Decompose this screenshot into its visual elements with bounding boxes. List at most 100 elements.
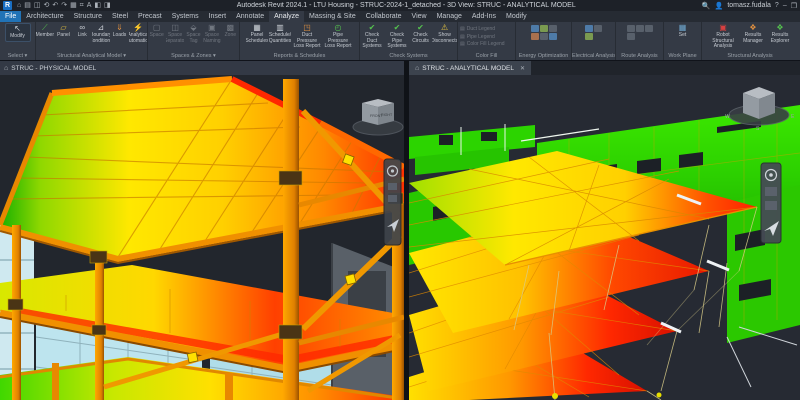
check-circuits-button[interactable]: ✔ Check Circuits [410, 23, 431, 44]
home-icon[interactable]: ⌂ [17, 0, 21, 11]
electrical-report-icon[interactable] [585, 33, 593, 40]
tab-file[interactable]: File [0, 11, 21, 22]
tab-modify[interactable]: Modify [501, 11, 532, 22]
text-icon[interactable]: A [87, 0, 92, 11]
tab-add-ins[interactable]: Add-Ins [467, 11, 501, 22]
user-icon[interactable]: 👤 [715, 2, 724, 10]
tab-structure[interactable]: Structure [69, 11, 107, 22]
user-name[interactable]: tomasz.fudala [727, 2, 771, 9]
panel-label-select[interactable]: Select ▾ [0, 52, 35, 60]
orbit-icon [388, 195, 397, 202]
check-pipe-systems-button[interactable]: ✔ Check Pipe Systems [385, 23, 409, 50]
undo-icon[interactable]: ↶ [52, 0, 58, 11]
energy-model-icon[interactable] [531, 25, 539, 32]
space-naming-button[interactable]: ▣ Space Naming [203, 23, 220, 44]
pipe-pressure-loss-report-button[interactable]: ◴ Pipe Pressure Loss Report [323, 23, 353, 50]
save-icon[interactable]: ◫ [34, 0, 41, 11]
panel-check-systems: ✔ Check Duct Systems ✔ Check Pipe System… [360, 22, 458, 60]
pipe-legend-button[interactable]: ▤ Pipe Legend [460, 34, 495, 41]
check-duct-systems-button[interactable]: ✔ Check Duct Systems [360, 23, 384, 50]
energy-optimize-icon[interactable] [540, 33, 548, 40]
link-button[interactable]: ∞ Link [73, 23, 91, 39]
show-disconnects-button[interactable]: ⚠ Show Disconnects [432, 23, 457, 44]
results-manager-button[interactable]: ❖ Results Manager [740, 23, 766, 44]
panel-label-electrical[interactable]: Electrical Analysis [572, 52, 615, 60]
member-button[interactable]: ⟋ Member [36, 23, 54, 39]
navigation-bar-left[interactable] [384, 159, 401, 245]
measure-icon[interactable]: ⌗ [80, 0, 84, 11]
modify-button[interactable]: ↖ Modify [5, 23, 31, 42]
tab-annotate[interactable]: Annotate [231, 11, 269, 22]
restore-button[interactable]: ❐ [791, 2, 797, 10]
space-tag-button[interactable]: ⬙ Space Tag [185, 23, 202, 44]
revit-logo-icon[interactable]: R [3, 1, 12, 10]
help-icon[interactable]: ? [775, 2, 779, 9]
analytical-model-canvas[interactable]: W S E [409, 75, 800, 400]
panel-label-structural[interactable]: Structural Analysis [702, 52, 798, 60]
panel-label-sam[interactable]: Structural Analytical Model ▾ [36, 52, 147, 60]
tab-precast[interactable]: Precast [133, 11, 167, 22]
physical-model-title: STRUC - PHYSICAL MODEL [11, 65, 96, 72]
tab-insert[interactable]: Insert [204, 11, 232, 22]
analytical-model-tab[interactable]: ⌂ STRUC - ANALYTICAL MODEL ✕ [409, 61, 531, 75]
robot-structural-analysis-button[interactable]: ▣ Robot Structural Analysis [707, 23, 739, 50]
redo-icon[interactable]: ↷ [61, 0, 67, 11]
panel-label-colorfill[interactable]: Color Fill [458, 52, 515, 60]
panel-label-energy[interactable]: Energy Optimization [516, 52, 571, 60]
tab-systems[interactable]: Systems [167, 11, 204, 22]
section-icon[interactable]: ◨ [104, 0, 111, 11]
energy-optimization-icons[interactable] [529, 23, 559, 42]
route-reveal-icon[interactable] [636, 25, 644, 32]
viewport-analytical-model: ⌂ STRUC - ANALYTICAL MODEL ✕ [409, 61, 800, 400]
duct-legend-icon: ▤ [460, 26, 465, 33]
route-analysis-icons[interactable] [625, 23, 655, 42]
tab-analyze[interactable]: Analyze [269, 11, 304, 22]
route-zone-icon[interactable] [645, 25, 653, 32]
zone-button[interactable]: ▩ Zone [222, 23, 239, 39]
panel-label-reports[interactable]: Reports & Schedules [240, 52, 359, 60]
tab-steel[interactable]: Steel [107, 11, 133, 22]
space-button[interactable]: ▢ Space [148, 23, 165, 39]
panel-work-plane: ▦ Set Work Plane [664, 22, 702, 60]
tab-massing-site[interactable]: Massing & Site [304, 11, 361, 22]
close-view-icon[interactable]: ✕ [520, 65, 525, 72]
panel-label-spaces[interactable]: Spaces & Zones ▾ [148, 52, 239, 60]
set-work-plane-button[interactable]: ▦ Set [672, 23, 694, 39]
print-icon[interactable]: ▦ [70, 0, 77, 11]
3d-view-icon[interactable]: ◧ [94, 0, 101, 11]
panel-label-workplane[interactable]: Work Plane [664, 52, 701, 60]
panel-label-check[interactable]: Check Systems [360, 52, 457, 60]
open-icon[interactable]: ▤ [24, 0, 31, 11]
loads-button[interactable]: ⇓ Loads [111, 23, 129, 39]
minimize-button[interactable]: – [783, 2, 787, 9]
tab-view[interactable]: View [407, 11, 432, 22]
duct-legend-button[interactable]: ▤ Duct Legend [460, 26, 495, 33]
sync-icon[interactable]: ⟲ [43, 0, 49, 11]
duct-pressure-loss-report-button[interactable]: ◳ Duct Pressure Loss Report [292, 23, 322, 50]
route-settings-icon[interactable] [627, 33, 635, 40]
space-separator-button[interactable]: ◫ Space Separator [166, 23, 183, 44]
boundary-conditions-button[interactable]: ⊿ Boundary Conditions [92, 23, 110, 44]
search-icon[interactable]: 🔍 [702, 2, 711, 10]
energy-analyze-icon[interactable] [531, 33, 539, 40]
electrical-load-icon[interactable] [585, 25, 593, 32]
route-path-icon[interactable] [627, 25, 635, 32]
tab-collaborate[interactable]: Collaborate [361, 11, 407, 22]
electrical-analysis-icons[interactable] [583, 23, 604, 42]
physical-model-title-bar[interactable]: ⌂ STRUC - PHYSICAL MODEL [0, 61, 404, 75]
panel-label-route[interactable]: Route Analysis [616, 52, 663, 60]
analytical-automation-button[interactable]: ⚡ Analytical Automation [129, 23, 147, 44]
panel-button[interactable]: ▱ Panel [55, 23, 73, 39]
tab-architecture[interactable]: Architecture [21, 11, 68, 22]
tab-manage[interactable]: Manage [432, 11, 467, 22]
color-fill-legend-button[interactable]: ▤ Color Fill Legend [460, 41, 505, 48]
energy-results-icon[interactable] [549, 25, 557, 32]
navigation-bar-right[interactable] [761, 163, 781, 243]
physical-model-canvas[interactable]: FRONT RIGHT [0, 75, 404, 400]
electrical-demand-icon[interactable] [594, 25, 602, 32]
panel-schedules-button[interactable]: ▦ Panel Schedules [246, 23, 268, 44]
schedule-quantities-button[interactable]: ▥ Schedule/ Quantities [269, 23, 291, 44]
energy-settings-icon[interactable] [540, 25, 548, 32]
results-explorer-button[interactable]: ❖ Results Explorer [767, 23, 793, 44]
energy-report-icon[interactable] [549, 33, 557, 40]
